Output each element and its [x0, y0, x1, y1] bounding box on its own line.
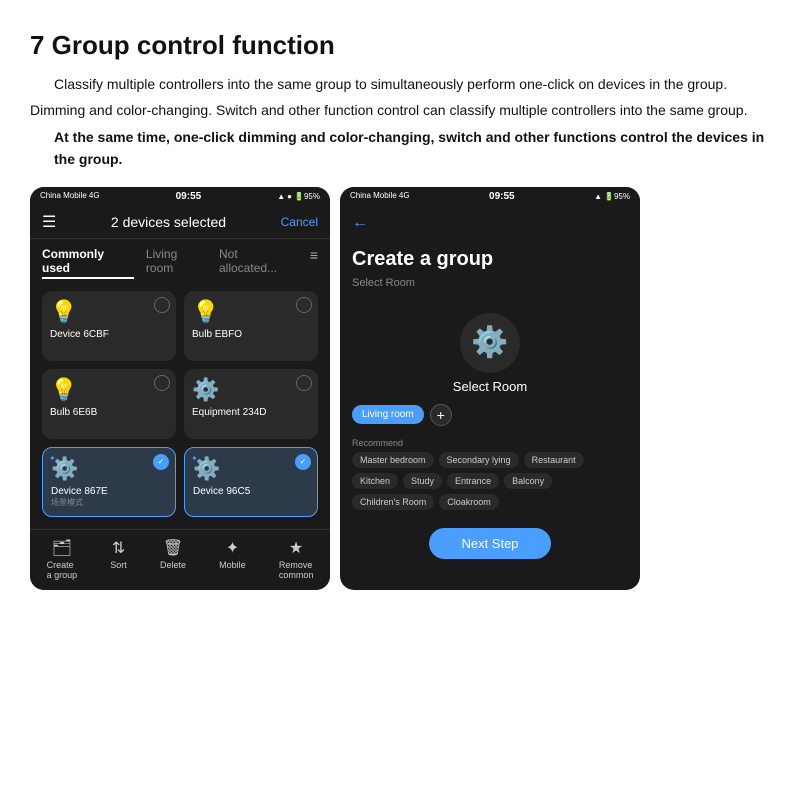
- desc-1: Classify multiple controllers into the s…: [30, 73, 770, 95]
- chip-study[interactable]: Study: [403, 473, 442, 489]
- left-carrier: China Mobile 4G: [40, 192, 100, 201]
- sort-icon: ⇅: [112, 538, 125, 558]
- room-settings-icon: ⚙️: [471, 325, 508, 360]
- mobile-button[interactable]: ✦ Mobile: [219, 538, 246, 580]
- bottom-toolbar: 🗂 Createa group ⇅ Sort 🗑 Delete ✦ Mobile…: [30, 529, 330, 590]
- device-card-6cbf[interactable]: 💡 Device 6CBF: [42, 291, 176, 361]
- device-name: Device 867E: [51, 486, 167, 497]
- select-circle-checked2[interactable]: ✓: [295, 454, 311, 470]
- right-status-icons: ▲ 🔋95%: [594, 192, 630, 201]
- device-name: Equipment 234D: [192, 407, 310, 418]
- right-carrier: China Mobile 4G: [350, 192, 410, 201]
- delete-icon: 🗑: [163, 538, 183, 558]
- chip-entrance[interactable]: Entrance: [447, 473, 499, 489]
- selected-count-title: 2 devices selected: [111, 214, 226, 230]
- left-phone-screen: China Mobile 4G 09:55 ▲ ● 🔋95% ☰ 2 devic…: [30, 187, 330, 590]
- signal-icon: ▲: [277, 192, 285, 201]
- desc-3: At the same time, one-click dimming and …: [30, 126, 770, 171]
- mobile-label: Mobile: [219, 560, 246, 570]
- delete-button[interactable]: 🗑 Delete: [160, 538, 186, 580]
- remove-common-button[interactable]: ★ Removecommon: [279, 538, 314, 580]
- device-icon-lamp: 💡: [50, 299, 168, 325]
- device-name: Bulb 6E6B: [50, 407, 168, 418]
- device-icon-96c5: ⚙️: [193, 456, 309, 482]
- chip-kitchen[interactable]: Kitchen: [352, 473, 398, 489]
- left-header: ☰ 2 devices selected Cancel: [30, 206, 330, 239]
- select-circle[interactable]: [296, 375, 312, 391]
- right-time: 09:55: [489, 191, 515, 202]
- wifi-icon: ●: [287, 192, 292, 201]
- device-sub-mode: 场景模式: [51, 497, 167, 508]
- tab-commonly-used[interactable]: Commonly used: [42, 247, 134, 279]
- tab-living-room[interactable]: Living room: [146, 247, 207, 279]
- room-chips-row: Living room +: [340, 404, 640, 426]
- chip-childrens-room[interactable]: Children's Room: [352, 494, 434, 510]
- device-icon-bulb2: 💡: [50, 377, 168, 403]
- living-room-chip[interactable]: Living room: [352, 405, 424, 424]
- chip-balcony[interactable]: Balcony: [504, 473, 552, 489]
- add-room-button[interactable]: +: [430, 404, 452, 426]
- tab-not-allocated[interactable]: Not allocated...: [219, 247, 298, 279]
- chip-master-bedroom[interactable]: Master bedroom: [352, 452, 434, 468]
- left-status-icons: ▲ ● 🔋95%: [277, 192, 320, 201]
- mobile-icon: ✦: [226, 538, 239, 558]
- battery-icon: 🔋95%: [294, 192, 320, 201]
- menu-icon[interactable]: ☰: [42, 212, 56, 232]
- right-status-bar: China Mobile 4G 09:55 ▲ 🔋95%: [340, 187, 640, 206]
- bluetooth-icon2: ✦: [191, 454, 198, 463]
- select-circle[interactable]: [154, 375, 170, 391]
- device-card-96c5[interactable]: ✦ ⚙️ Device 96C5 ✓: [184, 447, 318, 517]
- battery-icon-r: 🔋95%: [604, 192, 630, 201]
- device-card-867e[interactable]: ✦ ⚙️ Device 867E 场景模式 ✓: [42, 447, 176, 517]
- device-name: Device 6CBF: [50, 329, 168, 340]
- remove-common-label: Removecommon: [279, 560, 314, 580]
- device-icon-equipment: ⚙️: [192, 377, 310, 403]
- device-name: Bulb EBFO: [192, 329, 310, 340]
- sort-label: Sort: [110, 560, 127, 570]
- sort-icon[interactable]: ≡: [310, 247, 318, 279]
- cancel-button[interactable]: Cancel: [281, 215, 318, 229]
- select-room-label: Select Room: [340, 275, 640, 297]
- create-group-button[interactable]: 🗂 Createa group: [47, 538, 78, 580]
- create-group-label: Createa group: [47, 560, 78, 580]
- create-group-page-title: Create a group: [340, 240, 640, 275]
- right-header: ←: [340, 206, 640, 240]
- select-circle[interactable]: [154, 297, 170, 313]
- create-group-icon: 🗂: [52, 538, 72, 558]
- page-title: 7 Group control function: [30, 30, 770, 61]
- left-time: 09:55: [176, 191, 202, 202]
- chip-secondary[interactable]: Secondary lying: [439, 452, 519, 468]
- tabs-row: Commonly used Living room Not allocated.…: [30, 239, 330, 283]
- select-circle-checked[interactable]: ✓: [153, 454, 169, 470]
- right-phone-screen: China Mobile 4G 09:55 ▲ 🔋95% ← Create a …: [340, 187, 640, 590]
- select-room-text: Select Room: [453, 379, 527, 394]
- left-status-bar: China Mobile 4G 09:55 ▲ ● 🔋95%: [30, 187, 330, 206]
- remove-common-icon: ★: [289, 538, 303, 558]
- desc-2: Dimming and color-changing. Switch and o…: [30, 99, 770, 121]
- next-step-button[interactable]: Next Step: [429, 528, 550, 559]
- delete-label: Delete: [160, 560, 186, 570]
- back-button[interactable]: ←: [352, 214, 368, 232]
- chip-restaurant[interactable]: Restaurant: [524, 452, 584, 468]
- room-icon-area: ⚙️ Select Room: [340, 297, 640, 404]
- chip-cloakroom[interactable]: Cloakroom: [439, 494, 499, 510]
- signal-icon-r: ▲: [594, 192, 602, 201]
- device-card-234d[interactable]: ⚙️ Equipment 234D: [184, 369, 318, 439]
- recommend-chips: Master bedroom Secondary lying Restauran…: [340, 452, 640, 510]
- screenshots-row: China Mobile 4G 09:55 ▲ ● 🔋95% ☰ 2 devic…: [30, 187, 770, 590]
- sort-button[interactable]: ⇅ Sort: [110, 538, 127, 580]
- select-circle[interactable]: [296, 297, 312, 313]
- device-card-ebfo[interactable]: 💡 Bulb EBFO: [184, 291, 318, 361]
- room-icon-circle: ⚙️: [460, 313, 520, 373]
- device-icon-bulb: 💡: [192, 299, 310, 325]
- device-name: Device 96C5: [193, 486, 309, 497]
- devices-grid: 💡 Device 6CBF 💡 Bulb EBFO 💡 Bulb 6E6B ⚙️…: [30, 283, 330, 525]
- next-step-area: Next Step: [340, 516, 640, 575]
- bluetooth-icon: ✦: [49, 454, 56, 463]
- recommend-label: Recommend: [340, 434, 640, 452]
- device-card-6e6b[interactable]: 💡 Bulb 6E6B: [42, 369, 176, 439]
- device-icon-867e: ⚙️: [51, 456, 167, 482]
